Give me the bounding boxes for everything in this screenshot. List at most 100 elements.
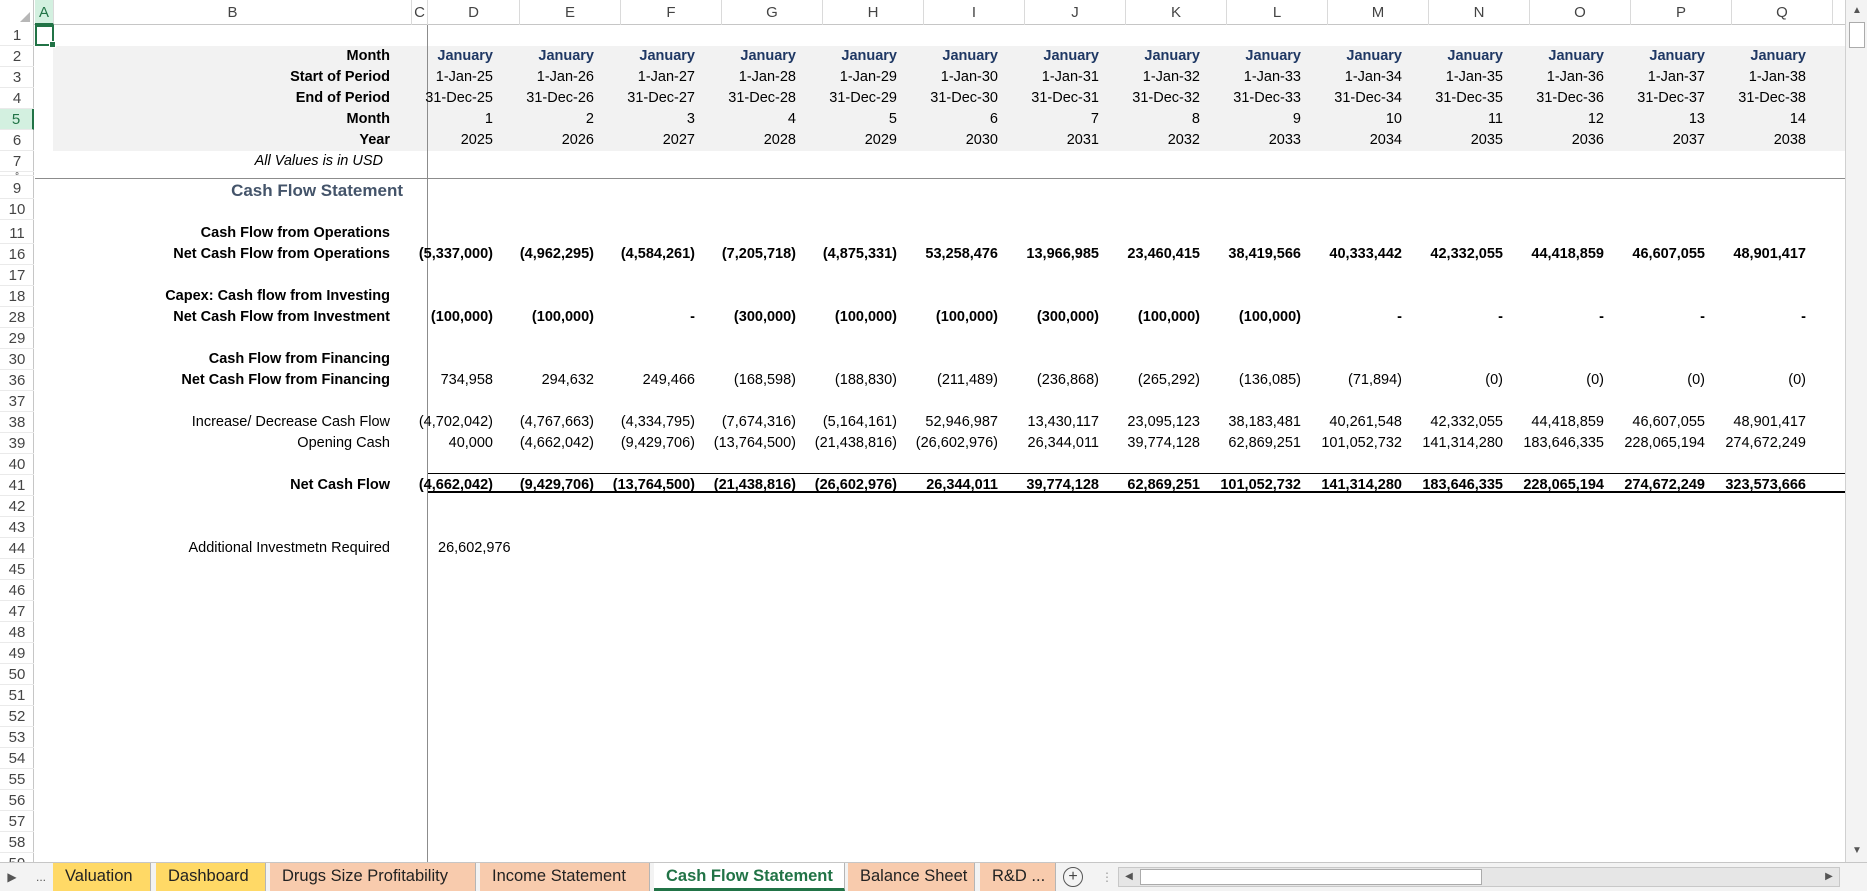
scroll-left-icon[interactable]: ◀ bbox=[1120, 869, 1138, 885]
row-header-17[interactable]: 17 bbox=[0, 265, 34, 286]
column-header-l[interactable]: L bbox=[1227, 0, 1328, 25]
label-additional-investment: Additional Investmetn Required bbox=[188, 540, 390, 556]
end-date-cell: 31-Dec-36 bbox=[1536, 90, 1604, 106]
month-number-cell: 2 bbox=[585, 111, 594, 127]
column-header-q[interactable]: Q bbox=[1732, 0, 1833, 25]
row-header-56[interactable]: 56 bbox=[0, 790, 34, 811]
row-header-40[interactable]: 40 bbox=[0, 454, 34, 475]
start-date-cell: 1-Jan-33 bbox=[1243, 69, 1301, 85]
row-header-18[interactable]: 18 bbox=[0, 286, 34, 307]
label-end-of-period: End of Period bbox=[295, 90, 390, 106]
scroll-down-icon[interactable]: ▼ bbox=[1849, 843, 1865, 859]
add-sheet-icon[interactable]: + bbox=[1063, 867, 1083, 887]
year-cell: 2028 bbox=[763, 132, 796, 148]
row-header-38[interactable]: 38 bbox=[0, 412, 34, 433]
row-header-52[interactable]: 52 bbox=[0, 706, 34, 727]
ops-net-cell: 23,460,415 bbox=[1127, 246, 1200, 262]
column-header-k[interactable]: K bbox=[1126, 0, 1227, 25]
row-header-37[interactable]: 37 bbox=[0, 391, 34, 412]
start-date-cell: 1-Jan-34 bbox=[1344, 69, 1402, 85]
column-header-j[interactable]: J bbox=[1025, 0, 1126, 25]
column-header-i[interactable]: I bbox=[924, 0, 1025, 25]
column-header-b[interactable]: B bbox=[54, 0, 412, 25]
ops-net-cell: 13,966,985 bbox=[1026, 246, 1099, 262]
month-number-cell: 10 bbox=[1385, 111, 1402, 127]
row-header-48[interactable]: 48 bbox=[0, 622, 34, 643]
column-header-e[interactable]: E bbox=[520, 0, 621, 25]
end-date-cell: 31-Dec-28 bbox=[728, 90, 796, 106]
row-header-59[interactable]: 59 bbox=[0, 853, 34, 862]
tab-scroll-right-icon[interactable]: ▶ bbox=[2, 867, 22, 887]
horizontal-scrollbar[interactable]: ◀ ▶ bbox=[1118, 867, 1840, 887]
ops-net-cell: (4,584,261) bbox=[620, 246, 695, 262]
row-header-8[interactable]: 8 bbox=[0, 172, 34, 176]
vertical-scrollbar[interactable]: ▲ ▼ bbox=[1845, 0, 1867, 862]
row-header-51[interactable]: 51 bbox=[0, 685, 34, 706]
column-header-a[interactable]: A bbox=[35, 0, 54, 25]
row-header-1[interactable]: 1 bbox=[0, 25, 34, 46]
row-header-45[interactable]: 45 bbox=[0, 559, 34, 580]
sheet-tab-cash-flow-statement[interactable]: Cash Flow Statement bbox=[654, 863, 845, 891]
row-header-3[interactable]: 3 bbox=[0, 67, 34, 88]
column-header-h[interactable]: H bbox=[823, 0, 924, 25]
row-header-58[interactable]: 58 bbox=[0, 832, 34, 853]
row-header-2[interactable]: 2 bbox=[0, 46, 34, 67]
row-header-46[interactable]: 46 bbox=[0, 580, 34, 601]
scroll-right-icon[interactable]: ▶ bbox=[1820, 869, 1838, 885]
select-all-button[interactable] bbox=[0, 0, 34, 25]
row-header-7[interactable]: 7 bbox=[0, 151, 34, 172]
column-header-g[interactable]: G bbox=[722, 0, 823, 25]
row-header-55[interactable]: 55 bbox=[0, 769, 34, 790]
row-header-49[interactable]: 49 bbox=[0, 643, 34, 664]
row-header-54[interactable]: 54 bbox=[0, 748, 34, 769]
column-header-n[interactable]: N bbox=[1429, 0, 1530, 25]
tabs-splitter-icon[interactable]: ⋮ bbox=[1097, 867, 1117, 887]
row-header-36[interactable]: 36 bbox=[0, 370, 34, 391]
row-header-57[interactable]: 57 bbox=[0, 811, 34, 832]
row-header-29[interactable]: 29 bbox=[0, 328, 34, 349]
opening-cash-cell: 228,065,194 bbox=[1624, 435, 1705, 451]
sheet-tab-r-d[interactable]: R&D ... bbox=[980, 863, 1056, 891]
end-date-cell: 31-Dec-25 bbox=[425, 90, 493, 106]
row-header-39[interactable]: 39 bbox=[0, 433, 34, 454]
net-cash-flow-cell: 228,065,194 bbox=[1523, 477, 1604, 493]
row-header-41[interactable]: 41 bbox=[0, 475, 34, 496]
row-header-43[interactable]: 43 bbox=[0, 517, 34, 538]
row-header-6[interactable]: 6 bbox=[0, 130, 34, 151]
sheet-tab-dashboard[interactable]: Dashboard bbox=[156, 863, 266, 891]
net-cash-flow-cell: 101,052,732 bbox=[1220, 477, 1301, 493]
sheet-tab-income-statement[interactable]: Income Statement bbox=[480, 863, 650, 891]
sheet-tab-valuation[interactable]: Valuation bbox=[53, 863, 151, 891]
row-header-11[interactable]: 11 bbox=[0, 223, 34, 244]
row-header-4[interactable]: 4 bbox=[0, 88, 34, 109]
financing-net-cell: (0) bbox=[1687, 372, 1705, 388]
year-cell: 2031 bbox=[1066, 132, 1099, 148]
row-header-42[interactable]: 42 bbox=[0, 496, 34, 517]
column-header-p[interactable]: P bbox=[1631, 0, 1732, 25]
sheet-tab-drugs-size-profitability[interactable]: Drugs Size Profitability bbox=[270, 863, 476, 891]
row-header-47[interactable]: 47 bbox=[0, 601, 34, 622]
row-header-16[interactable]: 16 bbox=[0, 244, 34, 265]
row-header-50[interactable]: 50 bbox=[0, 664, 34, 685]
row-header-9[interactable]: 9 bbox=[0, 178, 34, 199]
net-cash-flow-cell: (26,602,976) bbox=[814, 477, 897, 493]
column-header-f[interactable]: F bbox=[621, 0, 722, 25]
row-header-53[interactable]: 53 bbox=[0, 727, 34, 748]
active-cell-a1[interactable] bbox=[35, 25, 56, 48]
column-header-m[interactable]: M bbox=[1328, 0, 1429, 25]
row-header-44[interactable]: 44 bbox=[0, 538, 34, 559]
spreadsheet-grid[interactable]: ABCDEFGHIJKLMNOPQ 1 2 3 4 5 6 7 8 9 10 11 16 17 18 28 2… bbox=[0, 0, 1845, 862]
sheet-tab-balance-sheet[interactable]: Balance Sheet bbox=[848, 863, 975, 891]
column-header-o[interactable]: O bbox=[1530, 0, 1631, 25]
row-header-28[interactable]: 28 bbox=[0, 307, 34, 328]
tab-more-button[interactable]: ... bbox=[30, 867, 52, 887]
label-financing-net: Net Cash Flow from Financing bbox=[181, 372, 390, 388]
vertical-scroll-thumb[interactable] bbox=[1849, 22, 1865, 48]
column-header-c[interactable]: C bbox=[412, 0, 428, 25]
row-header-10[interactable]: 10 bbox=[0, 199, 34, 220]
horizontal-scroll-thumb[interactable] bbox=[1140, 869, 1482, 885]
row-header-30[interactable]: 30 bbox=[0, 349, 34, 370]
column-header-d[interactable]: D bbox=[428, 0, 520, 25]
row-header-5[interactable]: 5 bbox=[0, 109, 34, 130]
scroll-up-icon[interactable]: ▲ bbox=[1849, 3, 1865, 19]
